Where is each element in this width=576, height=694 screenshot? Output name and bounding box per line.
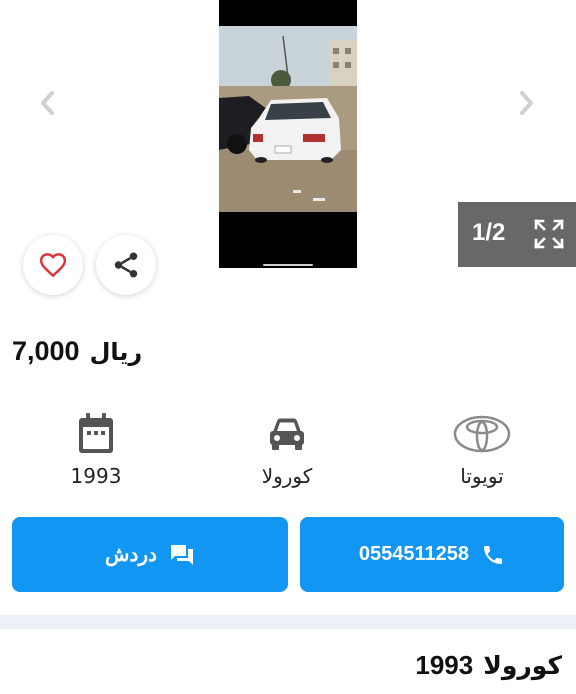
chat-icon bbox=[170, 544, 193, 565]
favorite-button[interactable] bbox=[23, 235, 83, 295]
calendar-icon bbox=[79, 413, 113, 453]
listing-title-year: 1993 bbox=[415, 650, 474, 680]
price-currency: ريال bbox=[89, 338, 143, 366]
share-icon bbox=[114, 252, 138, 278]
chevron-right-icon[interactable] bbox=[515, 89, 537, 117]
phone-number: 0554511258 bbox=[358, 543, 470, 565]
share-button[interactable] bbox=[96, 235, 156, 295]
fullscreen-icon[interactable] bbox=[533, 218, 565, 250]
section-divider bbox=[0, 615, 576, 629]
listing-title: 1993 كورولا bbox=[415, 650, 562, 681]
spec-year-label: 1993 bbox=[70, 464, 122, 488]
image-counter-box[interactable]: 1/2 bbox=[458, 202, 576, 267]
car-photo[interactable] bbox=[219, 0, 357, 268]
toyota-logo-icon bbox=[453, 415, 511, 453]
phone-icon bbox=[484, 545, 503, 564]
chevron-left-icon[interactable] bbox=[37, 89, 59, 117]
spec-model-label: كورولا bbox=[261, 464, 313, 488]
image-counter: 1/2 bbox=[472, 219, 506, 246]
spec-make-label: تويوتا bbox=[460, 464, 504, 488]
call-button[interactable]: 0554511258 bbox=[300, 517, 564, 592]
image-gallery[interactable]: 1/2 bbox=[0, 0, 576, 270]
spec-year: 1993 bbox=[26, 412, 166, 488]
price-value: 7,000 bbox=[12, 336, 80, 366]
heart-outline-icon bbox=[39, 253, 67, 278]
chat-button[interactable]: دردش bbox=[12, 517, 288, 592]
home-indicator bbox=[263, 264, 313, 266]
spec-model: كورولا bbox=[217, 412, 357, 488]
price: 7,000 ريال bbox=[12, 336, 142, 367]
chat-label: دردش bbox=[105, 544, 157, 566]
spec-make: تويوتا bbox=[412, 412, 552, 488]
car-icon bbox=[270, 418, 304, 450]
listing-title-model: كورولا bbox=[483, 651, 562, 680]
